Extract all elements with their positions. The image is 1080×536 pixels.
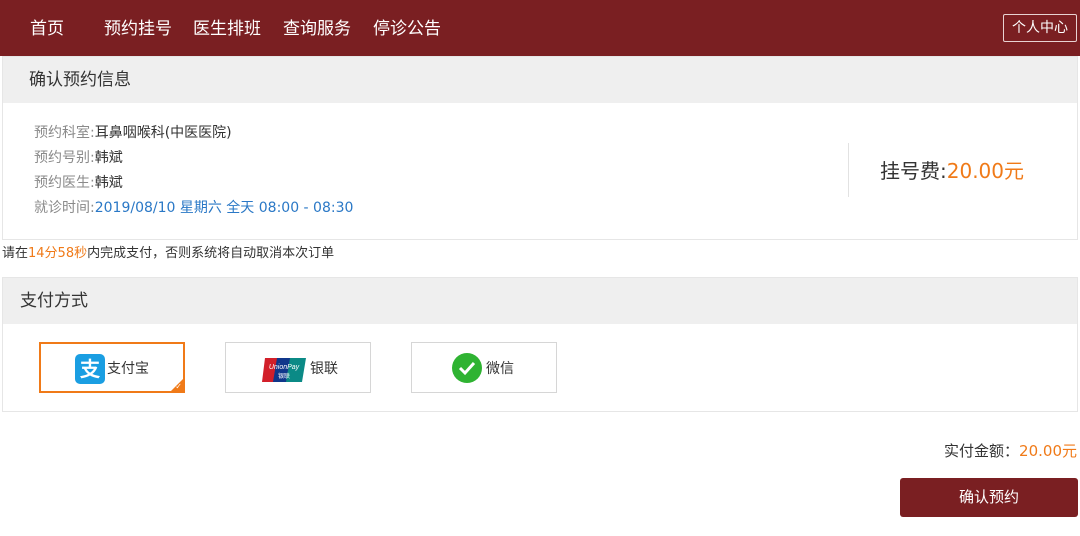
fee-value: 20.00元 xyxy=(946,159,1025,183)
time-label: 就诊时间: xyxy=(34,200,95,216)
payment-countdown-notice: 请在14分58秒内完成支付，否则系统将自动取消本次订单 xyxy=(2,242,334,261)
department-row: 预约科室:耳鼻咽喉科(中医医院) xyxy=(34,121,353,146)
confirm-info-title: 确认预约信息 xyxy=(3,57,1077,103)
countdown-timer: 14分58秒 xyxy=(28,246,88,261)
wechat-icon xyxy=(452,353,482,383)
time-row: 就诊时间:2019/08/10 星期六 全天 08:00 - 08:30 xyxy=(34,196,353,221)
alipay-icon: 支 xyxy=(75,354,105,384)
confirm-appointment-button[interactable]: 确认预约 xyxy=(900,478,1078,517)
pay-option-unionpay[interactable]: UnionPay 银联 银联 xyxy=(225,342,371,393)
top-navbar: 首页 预约挂号 医生排班 查询服务 停诊公告 个人中心 xyxy=(0,0,1080,56)
payment-method-title: 支付方式 xyxy=(3,278,1077,324)
unionpay-logo-subtext: 银联 xyxy=(278,372,290,380)
registration-fee: 挂号费:20.00元 xyxy=(880,155,1024,184)
doctor-row: 预约医生:韩斌 xyxy=(34,171,353,196)
checkmark-icon: ✓ xyxy=(175,382,182,391)
nav-item-suspension-notice[interactable]: 停诊公告 xyxy=(373,0,441,56)
total-value: 20.00元 xyxy=(1019,442,1077,460)
total-label: 实付金额： xyxy=(944,442,1020,460)
nav-item-home[interactable]: 首页 xyxy=(30,0,64,56)
user-center-button[interactable]: 个人中心 xyxy=(1003,14,1077,42)
time-value: 2019/08/10 星期六 全天 08:00 - 08:30 xyxy=(94,200,354,216)
type-value: 韩斌 xyxy=(94,150,123,166)
wechat-check-icon xyxy=(458,361,476,376)
unionpay-logo-text: UnionPay xyxy=(269,364,300,371)
pay-option-alipay-label: 支付宝 xyxy=(107,360,149,377)
pay-option-wechat-label: 微信 xyxy=(486,360,514,377)
type-label: 预约号别: xyxy=(34,150,95,166)
unionpay-icon: UnionPay 银联 xyxy=(262,358,306,382)
pay-option-wechat[interactable]: 微信 xyxy=(411,342,557,393)
nav-item-doctor-schedule[interactable]: 医生排班 xyxy=(193,0,261,56)
payment-method-panel: 支付方式 支 支付宝 ✓ UnionPay 银联 银联 微信 xyxy=(2,277,1078,412)
type-row: 预约号别:韩斌 xyxy=(34,146,353,171)
fee-label: 挂号费: xyxy=(880,159,947,183)
pay-option-unionpay-label: 银联 xyxy=(310,360,338,377)
doctor-value: 韩斌 xyxy=(94,175,123,191)
department-value: 耳鼻咽喉科(中医医院) xyxy=(94,125,232,141)
department-label: 预约科室: xyxy=(34,125,95,141)
appointment-details: 预约科室:耳鼻咽喉科(中医医院) 预约号别:韩斌 预约医生:韩斌 就诊时间:20… xyxy=(34,121,353,221)
pay-option-alipay[interactable]: 支 支付宝 ✓ xyxy=(39,342,185,393)
notice-suffix: 内完成支付，否则系统将自动取消本次订单 xyxy=(87,246,335,261)
nav-item-appointment[interactable]: 预约挂号 xyxy=(104,0,172,56)
notice-prefix: 请在 xyxy=(2,246,29,261)
total-amount: 实付金额：20.00元 xyxy=(944,440,1077,461)
nav-item-query-service[interactable]: 查询服务 xyxy=(283,0,351,56)
divider xyxy=(848,143,849,197)
confirm-info-panel: 确认预约信息 预约科室:耳鼻咽喉科(中医医院) 预约号别:韩斌 预约医生:韩斌 … xyxy=(2,56,1078,240)
doctor-label: 预约医生: xyxy=(34,175,95,191)
